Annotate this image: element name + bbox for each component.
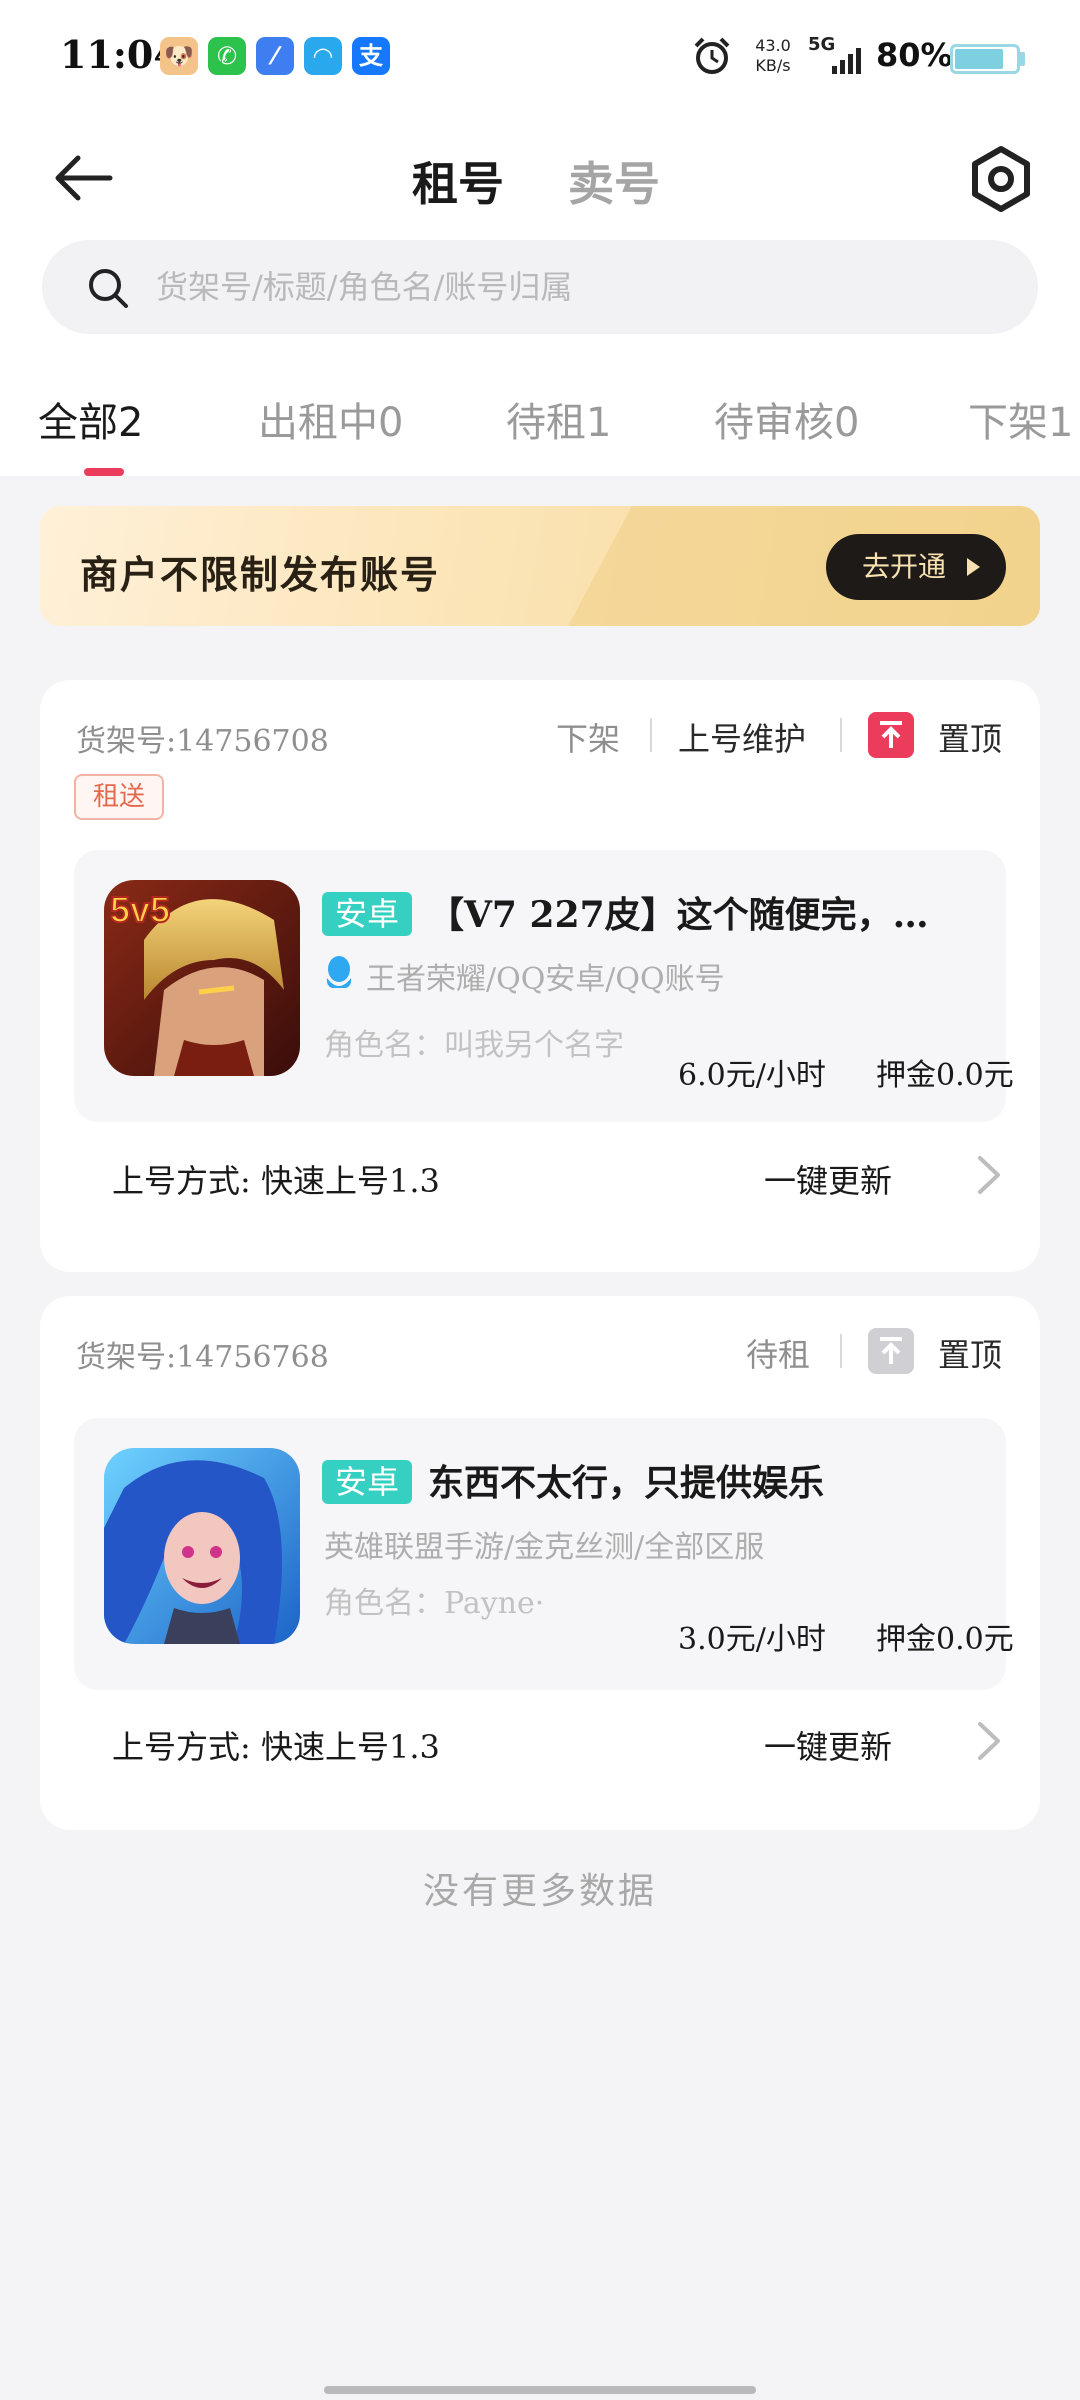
status-pending-rent: 待租 — [746, 1336, 811, 1374]
game-info: 英雄联盟手游/金克丝测/全部区服 — [324, 1530, 765, 1565]
net-speed-unit: KB/s — [755, 56, 791, 75]
offshelf-button[interactable]: 下架 — [556, 714, 620, 760]
no-more-data: 没有更多数据 — [422, 1871, 657, 1912]
search-input[interactable] — [156, 240, 1016, 334]
divider — [840, 718, 842, 752]
pin-top-button[interactable]: 置顶 — [938, 1330, 1002, 1376]
tab-sell[interactable]: 卖号 — [568, 148, 660, 214]
login-method: 上号方式: 快速上号1.3 — [112, 1728, 440, 1766]
home-indicator[interactable] — [324, 2386, 756, 2394]
battery-fill — [955, 49, 1003, 69]
status-bar: 11:04 🐶 ✆ ⁄ ◠ 支 43.0 KB/s 5G 80% — [0, 0, 1080, 115]
tab-offshelf[interactable]: 下架1 — [968, 390, 1073, 448]
promo-open-button[interactable]: 去开通 — [826, 534, 1006, 600]
deposit: 押金0.0元 — [876, 1058, 1014, 1093]
tab-renting[interactable]: 出租中0 — [258, 390, 403, 448]
battery-icon — [950, 44, 1020, 74]
tab-all[interactable]: 全部2 — [38, 390, 143, 448]
one-click-update-button[interactable]: 一键更新 — [764, 1156, 892, 1202]
active-tab-indicator — [84, 468, 124, 476]
search-icon — [89, 269, 128, 308]
shelf-number: 货架号:14756768 — [76, 1340, 329, 1375]
rent-gift-badge: 租送 — [74, 774, 164, 820]
feather-app-icon: ⁄ — [256, 37, 294, 75]
hourly-price: 3.0元/小时 — [678, 1622, 826, 1657]
hourly-price: 6.0元/小时 — [678, 1058, 826, 1093]
android-tag: 安卓 — [322, 1460, 412, 1504]
one-click-update-button[interactable]: 一键更新 — [764, 1722, 892, 1768]
divider — [840, 1334, 842, 1368]
divider — [650, 718, 652, 752]
search-bar[interactable] — [42, 240, 1038, 334]
listing-title: 【V7 227皮】这个随便完，… — [428, 894, 929, 936]
back-arrow-icon[interactable] — [52, 150, 116, 206]
game-info: 王者荣耀/QQ安卓/QQ账号 — [366, 962, 725, 997]
net-speed-value: 43.0 — [755, 36, 791, 55]
wechat-icon: ✆ — [208, 37, 246, 75]
qq-icon — [326, 956, 352, 988]
game-info-panel[interactable]: 安卓 东西不太行，只提供娱乐 英雄联盟手游/金克丝测/全部区服 角色名：Payn… — [74, 1418, 1014, 1690]
pin-top-icon[interactable] — [868, 712, 914, 758]
promo-text: 商户不限制发布账号 — [80, 553, 441, 597]
listing-title: 东西不太行，只提供娱乐 — [428, 1462, 825, 1504]
promo-button-label: 去开通 — [861, 550, 946, 583]
listing-card: 货架号:14756768 待租 置顶 安卓 东西不太行，只提供娱乐 英雄联盟手游… — [40, 1296, 1040, 1830]
tab-under-review[interactable]: 待审核0 — [714, 390, 859, 448]
svg-text:5v5: 5v5 — [110, 889, 170, 930]
net-speed: 43.0 KB/s — [750, 36, 796, 76]
tab-rent[interactable]: 租号 — [412, 148, 504, 214]
game-info-panel[interactable]: 5v5 安卓 【V7 227皮】这个随便完，… 王者荣耀/QQ安卓/QQ账号 角… — [74, 850, 1014, 1122]
honor-of-kings-thumbnail: 5v5 — [104, 880, 300, 1076]
android-tag: 安卓 — [322, 892, 412, 936]
tab-pending-rent[interactable]: 待租1 — [506, 390, 611, 448]
role-name: 角色名：叫我另个名字 — [324, 1028, 624, 1063]
shelf-number: 货架号:14756708 — [76, 724, 329, 759]
chevron-right-icon[interactable] — [976, 1720, 1002, 1762]
league-of-legends-thumbnail — [104, 1448, 300, 1644]
browser-app-icon: ◠ — [304, 37, 342, 75]
promo-banner[interactable]: 商户不限制发布账号 去开通 — [40, 506, 1040, 626]
emoji-app-icon: 🐶 — [160, 37, 198, 75]
deposit: 押金0.0元 — [876, 1622, 1014, 1657]
play-arrow-icon — [967, 558, 980, 576]
signal-icon — [832, 48, 861, 74]
battery-cap — [1020, 52, 1025, 66]
role-name: 角色名：Payne· — [324, 1586, 545, 1621]
chevron-right-icon[interactable] — [976, 1154, 1002, 1196]
pin-top-button[interactable]: 置顶 — [938, 714, 1002, 760]
battery-percent: 80% — [876, 36, 953, 74]
pin-top-icon[interactable] — [868, 1328, 914, 1374]
alarm-icon — [694, 37, 730, 74]
login-method: 上号方式: 快速上号1.3 — [112, 1162, 440, 1200]
settings-icon[interactable] — [966, 144, 1036, 214]
listing-card: 货架号:14756708 下架 上号维护 置顶 租送 5v5 安卓 【V7 22 — [40, 680, 1040, 1272]
maintain-button[interactable]: 上号维护 — [678, 714, 806, 760]
alipay-icon: 支 — [352, 37, 390, 75]
